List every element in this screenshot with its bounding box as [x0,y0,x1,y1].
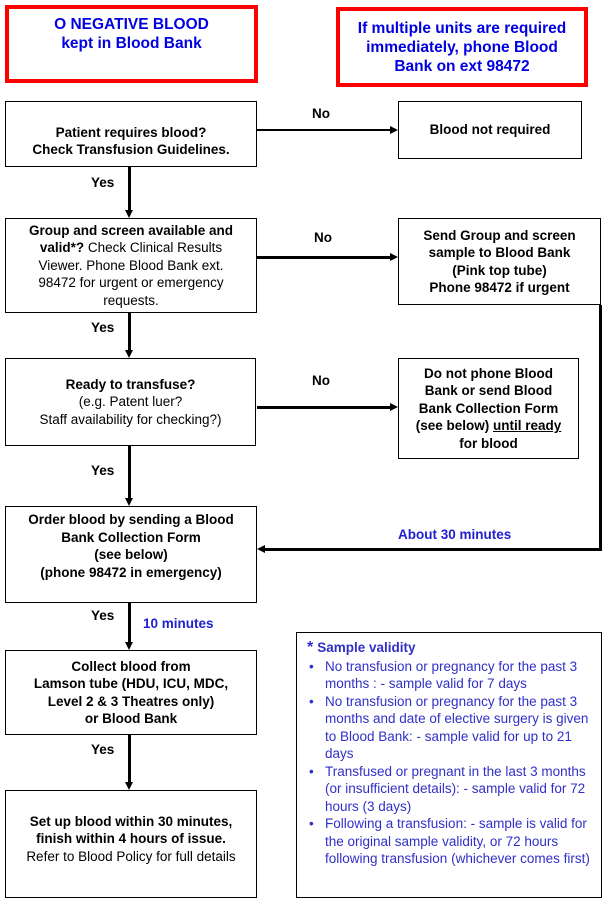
connector-yes-4 [128,603,131,643]
o-negative-alert: O NEGATIVE BLOOD kept in Blood Bank [5,5,258,83]
send-sample-line4: Phone 98472 if urgent [429,280,570,295]
send-sample-line1: Send Group and screen [423,227,576,243]
step1-line1: Patient requires blood? [55,124,207,140]
step2-bold-line1: Group and screen available and [28,222,234,238]
outcome-send-sample: Send Group and screen sample to Blood Ba… [398,218,601,305]
step-ready-to-transfuse: Ready to transfuse? (e.g. Patent luer? S… [5,358,256,446]
arrowhead-yes-1 [125,210,133,218]
step3-line1: Ready to transfuse? [65,376,196,392]
arrowhead-no-2 [390,253,398,261]
step6-line2: finish within 4 hours of issue. [36,831,226,847]
step2-bold-line2: valid*? [39,240,85,256]
label-yes-3: Yes [91,463,115,478]
step4-line2: Bank Collection Form [61,529,201,545]
step2-line4: 98472 for urgent or emergency [38,275,224,291]
arrowhead-yes-5 [125,782,133,790]
step3-line2: (e.g. Patent luer? [78,394,183,410]
sample-validity-item: • Transfused or pregnant in the last 3 mo… [309,763,593,816]
step-collect-blood: Collect blood from Lamson tube (HDU, ICU… [5,650,257,735]
multiple-units-alert: If multiple units are required immediate… [336,7,588,87]
multiple-units-line3: Bank on ext 98472 [394,57,530,75]
return-arrowhead [257,545,265,553]
do-not-phone-until-ready: until ready [493,418,562,434]
do-not-phone-line5: for blood [459,435,518,451]
label-yes-5: Yes [91,742,115,757]
arrowhead-no-1 [390,126,398,134]
connector-yes-5 [128,735,131,783]
step2-line3: Viewer. Phone Blood Bank ext. [38,257,224,273]
step-patient-requires-blood: Patient requires blood? Check Transfusio… [5,101,257,167]
return-line-vertical [599,305,602,550]
connector-no-1 [257,129,390,131]
sample-validity-item-text: Transfused or pregnant in the last 3 mon… [325,763,586,814]
outcome-do-not-phone: Do not phone Blood Bank or send Blood Ba… [398,358,579,459]
step2-line2: valid*? Check Clinical Results [40,239,222,257]
label-about-30-minutes: About 30 minutes [398,527,512,542]
send-sample-line2: sample to Blood Bank [428,245,571,260]
arrowhead-yes-2 [125,350,133,358]
step-group-and-screen: Group and screen available and valid*? C… [5,218,257,313]
bullet-icon: • [309,693,314,709]
connector-yes-2 [128,313,131,351]
connector-yes-3 [128,446,131,499]
step4-line1: Order blood by sending a Blood [28,512,234,527]
label-10-minutes: 10 minutes [143,616,214,631]
sample-validity-title: Sample validity [317,640,416,655]
step5-line1: Collect blood from [71,658,191,674]
label-no-2: No [314,230,332,245]
sample-validity-list: • No transfusion or pregnancy for the pas… [307,658,593,868]
label-yes-4: Yes [91,608,115,623]
arrowhead-yes-4 [125,642,133,650]
step2-normal-line2: Check Clinical Results [84,240,223,256]
label-no-1: No [312,106,330,121]
multiple-units-line2: immediately, phone Blood [366,38,558,56]
connector-yes-1 [128,167,131,211]
step4-line4: (phone 98472 in emergency) [40,564,222,580]
do-not-phone-line3: Bank Collection Form [418,400,559,416]
step2-line5: requests. [103,292,159,308]
multiple-units-line1: If multiple units are required [357,19,567,37]
step-order-blood: Order blood by sending a Blood Bank Coll… [5,506,257,603]
bullet-icon: • [309,816,314,831]
o-negative-line1: O NEGATIVE BLOOD [54,16,209,33]
sample-validity-item: • Following a transfusion: - sample is va… [309,815,593,868]
step6-line3: Refer to Blood Policy for full details [26,848,236,864]
step2-line1: Group and screen available and [29,222,233,240]
connector-no-3 [257,406,390,409]
sample-validity-note: * Sample validity • No transfusion or preg… [296,632,602,898]
step1-line2: Check Transfusion Guidelines. [32,142,230,157]
bullet-icon: • [309,658,314,674]
connector-no-2 [257,256,390,259]
do-not-phone-line4-pre: (see below) [415,418,493,434]
outcome-blood-not-required: Blood not required [398,101,582,159]
sample-validity-item-text: No transfusion or pregnancy for the past… [325,693,589,762]
step4-line3: (see below) [94,547,168,562]
sample-validity-item-text: Following a transfusion: - sample is val… [325,816,590,866]
bullet-icon: • [309,763,314,779]
do-not-phone-line2: Bank or send Blood [424,383,553,399]
step-set-up-blood: Set up blood within 30 minutes, finish w… [5,790,257,898]
step6-line1: Set up blood within 30 minutes, [29,813,233,829]
sample-validity-item: • No transfusion or pregnancy for the pas… [309,658,593,693]
step5-line3: Level 2 & 3 Theatres only) [47,693,215,709]
arrowhead-yes-3 [125,498,133,506]
o-negative-line2: kept in Blood Bank [61,35,202,52]
step5-line4: or Blood Bank [84,711,178,726]
sample-validity-title-row: * Sample validity [307,639,593,657]
sample-validity-item-text: No transfusion or pregnancy for the past… [325,658,578,692]
asterisk-icon: * [307,639,314,656]
do-not-phone-line4: (see below) until ready [416,417,562,435]
label-yes-1: Yes [91,175,115,190]
label-yes-2: Yes [91,320,115,335]
outcome-not-required-text: Blood not required [429,122,551,138]
label-no-3: No [312,373,330,388]
arrowhead-no-3 [390,403,398,411]
sample-validity-item: • No transfusion or pregnancy for the pas… [309,693,593,763]
send-sample-line3: (Pink top tube) [452,262,547,278]
step3-line3: Staff availability for checking?) [39,411,222,427]
return-line-horizontal [265,548,602,551]
do-not-phone-line1: Do not phone Blood [424,365,553,381]
step5-line2: Lamson tube (HDU, ICU, MDC, [33,676,229,691]
